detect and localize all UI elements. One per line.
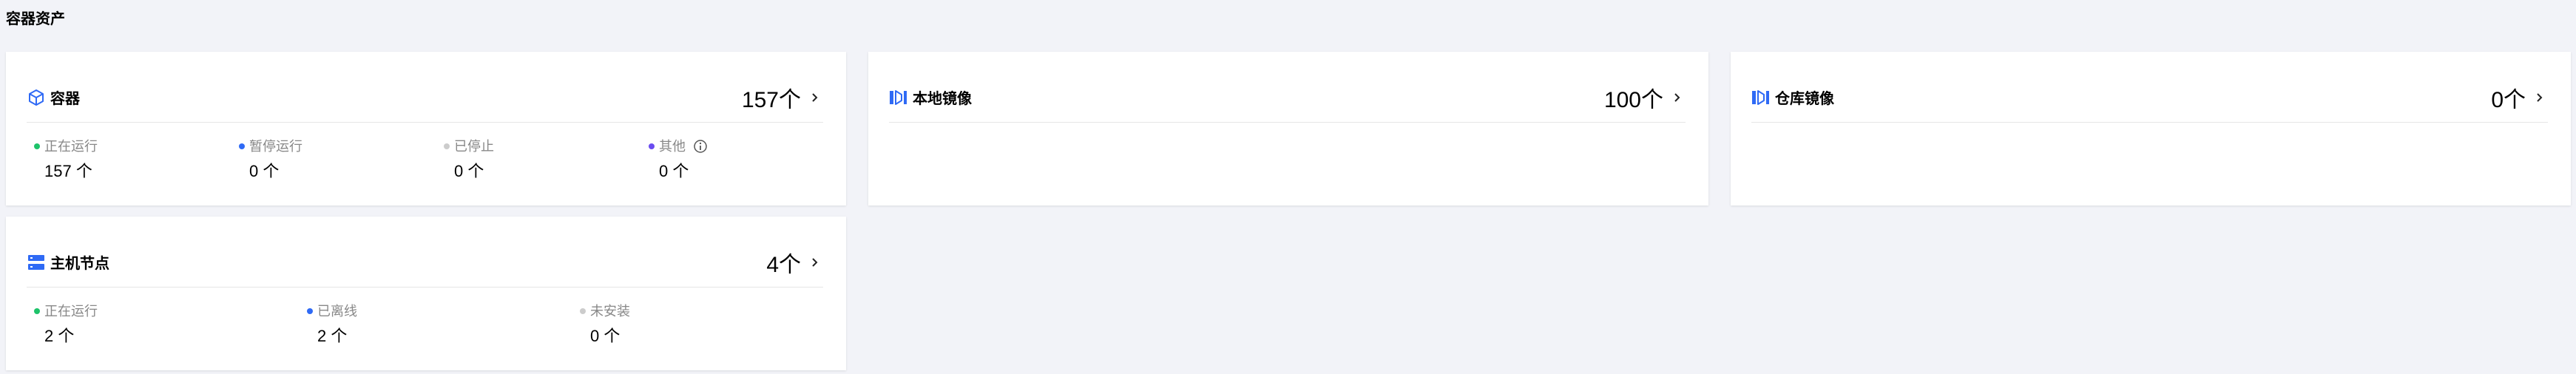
repo-images-card-header: 仓库镜像 0个 bbox=[1751, 72, 2548, 123]
stat-running: 正在运行 2 个 bbox=[34, 302, 307, 347]
chevron-right-icon[interactable] bbox=[1669, 89, 1686, 106]
local-images-count: 100个 bbox=[1603, 87, 1663, 112]
stat-value: 2 个 bbox=[317, 327, 348, 345]
host-nodes-card-header: 主机节点 4个 bbox=[27, 237, 823, 288]
stat-value: 0 个 bbox=[659, 162, 689, 180]
stat-offline: 已离线 2 个 bbox=[307, 302, 580, 347]
repo-images-count-link[interactable]: 0个 bbox=[2491, 81, 2548, 114]
containers-title-wrap: 容器 bbox=[27, 86, 80, 108]
stopped-dot bbox=[444, 143, 450, 149]
stat-label: 正在运行 bbox=[44, 139, 98, 154]
stat-value: 0 个 bbox=[249, 162, 280, 180]
not-installed-dot bbox=[580, 308, 586, 314]
stat-not-installed: 未安装 0 个 bbox=[580, 302, 630, 347]
stat-running: 正在运行 157 个 bbox=[34, 137, 239, 182]
containers-count-link[interactable]: 157个 bbox=[742, 81, 823, 114]
paused-dot bbox=[239, 143, 245, 149]
stat-value: 0 个 bbox=[454, 162, 484, 180]
stat-stopped: 已停止 0 个 bbox=[444, 137, 649, 182]
containers-count: 157个 bbox=[741, 87, 801, 112]
stat-paused: 暂停运行 0 个 bbox=[239, 137, 444, 182]
host-nodes-card: 主机节点 4个 正在运行 2 个 已离线 2 个 未安装 0 个 bbox=[6, 217, 846, 370]
stat-label: 已离线 bbox=[317, 304, 357, 319]
running-dot bbox=[34, 308, 40, 314]
cube-icon bbox=[27, 88, 46, 107]
image-layers-icon bbox=[889, 88, 908, 107]
repo-images-title: 仓库镜像 bbox=[1775, 91, 1834, 107]
host-nodes-count: 4个 bbox=[766, 252, 801, 277]
server-icon bbox=[27, 253, 46, 272]
chevron-right-icon[interactable] bbox=[2532, 89, 2548, 106]
host-nodes-count-link[interactable]: 4个 bbox=[766, 246, 823, 279]
containers-card: 容器 157个 正在运行 157 个 暂停运行 0 个 已停止 0 个 其他 0… bbox=[6, 52, 846, 205]
stat-value: 0 个 bbox=[590, 327, 621, 345]
offline-dot bbox=[307, 308, 313, 314]
containers-card-header: 容器 157个 bbox=[27, 72, 823, 123]
stat-value: 2 个 bbox=[44, 327, 75, 345]
local-images-title: 本地镜像 bbox=[913, 91, 972, 107]
repo-images-card: 仓库镜像 0个 bbox=[1731, 52, 2571, 205]
containers-title: 容器 bbox=[50, 91, 80, 107]
local-images-card: 本地镜像 100个 bbox=[868, 52, 1708, 205]
image-layers-icon bbox=[1751, 88, 1771, 107]
chevron-right-icon[interactable] bbox=[807, 89, 823, 106]
host-nodes-stats: 正在运行 2 个 已离线 2 个 未安装 0 个 bbox=[34, 302, 823, 347]
stat-label: 其他 bbox=[659, 139, 686, 154]
section-title: 容器资产 bbox=[6, 11, 65, 27]
stat-label: 已停止 bbox=[454, 139, 494, 154]
host-nodes-title: 主机节点 bbox=[50, 256, 109, 272]
other-dot bbox=[649, 143, 655, 149]
stat-label: 暂停运行 bbox=[249, 139, 302, 154]
stat-value: 157 个 bbox=[44, 162, 92, 180]
stat-other: 其他 0 个 bbox=[649, 137, 708, 182]
local-images-count-link[interactable]: 100个 bbox=[1604, 81, 1686, 114]
containers-stats: 正在运行 157 个 暂停运行 0 个 已停止 0 个 其他 0 个 bbox=[34, 137, 823, 182]
repo-images-count: 0个 bbox=[2491, 87, 2526, 112]
info-icon[interactable] bbox=[693, 139, 708, 154]
running-dot bbox=[34, 143, 40, 149]
stat-label: 未安装 bbox=[590, 304, 630, 319]
local-images-card-header: 本地镜像 100个 bbox=[889, 72, 1686, 123]
chevron-right-icon[interactable] bbox=[807, 254, 823, 271]
stat-label: 正在运行 bbox=[44, 304, 98, 319]
container-assets-page: 容器资产 容器 157个 正在运行 157 个 暂停运行 0 个 已停止 0 个… bbox=[0, 0, 2576, 374]
